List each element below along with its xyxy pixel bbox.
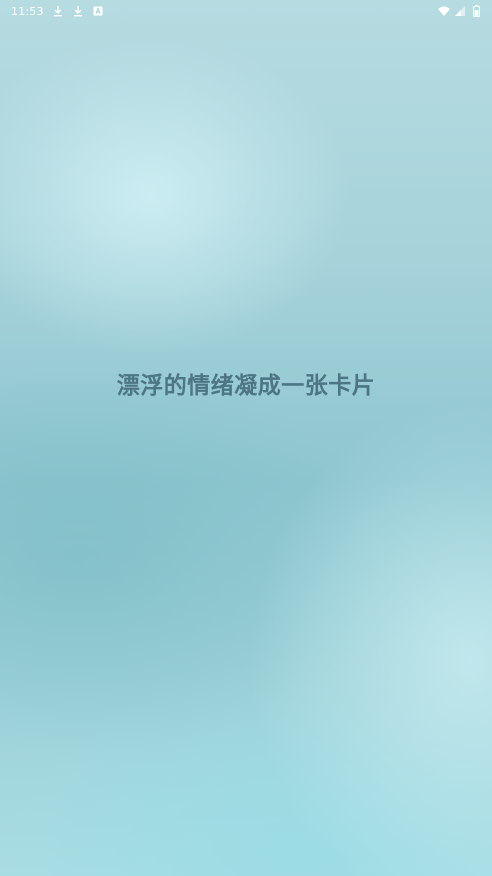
wifi-icon bbox=[438, 5, 450, 17]
battery-icon bbox=[470, 5, 482, 17]
app-notification-icon bbox=[92, 5, 104, 17]
status-bar-left: 11:53 bbox=[11, 5, 104, 18]
splash-screen: 11:53 漂浮的情绪凝成一张卡片 bbox=[0, 0, 492, 876]
status-bar: 11:53 bbox=[0, 0, 492, 22]
download-icon bbox=[52, 5, 64, 17]
download-icon bbox=[72, 5, 84, 17]
signal-icon bbox=[454, 5, 466, 17]
splash-slogan: 漂浮的情绪凝成一张卡片 bbox=[116, 373, 376, 399]
status-bar-right bbox=[438, 5, 482, 17]
status-time: 11:53 bbox=[11, 4, 44, 18]
